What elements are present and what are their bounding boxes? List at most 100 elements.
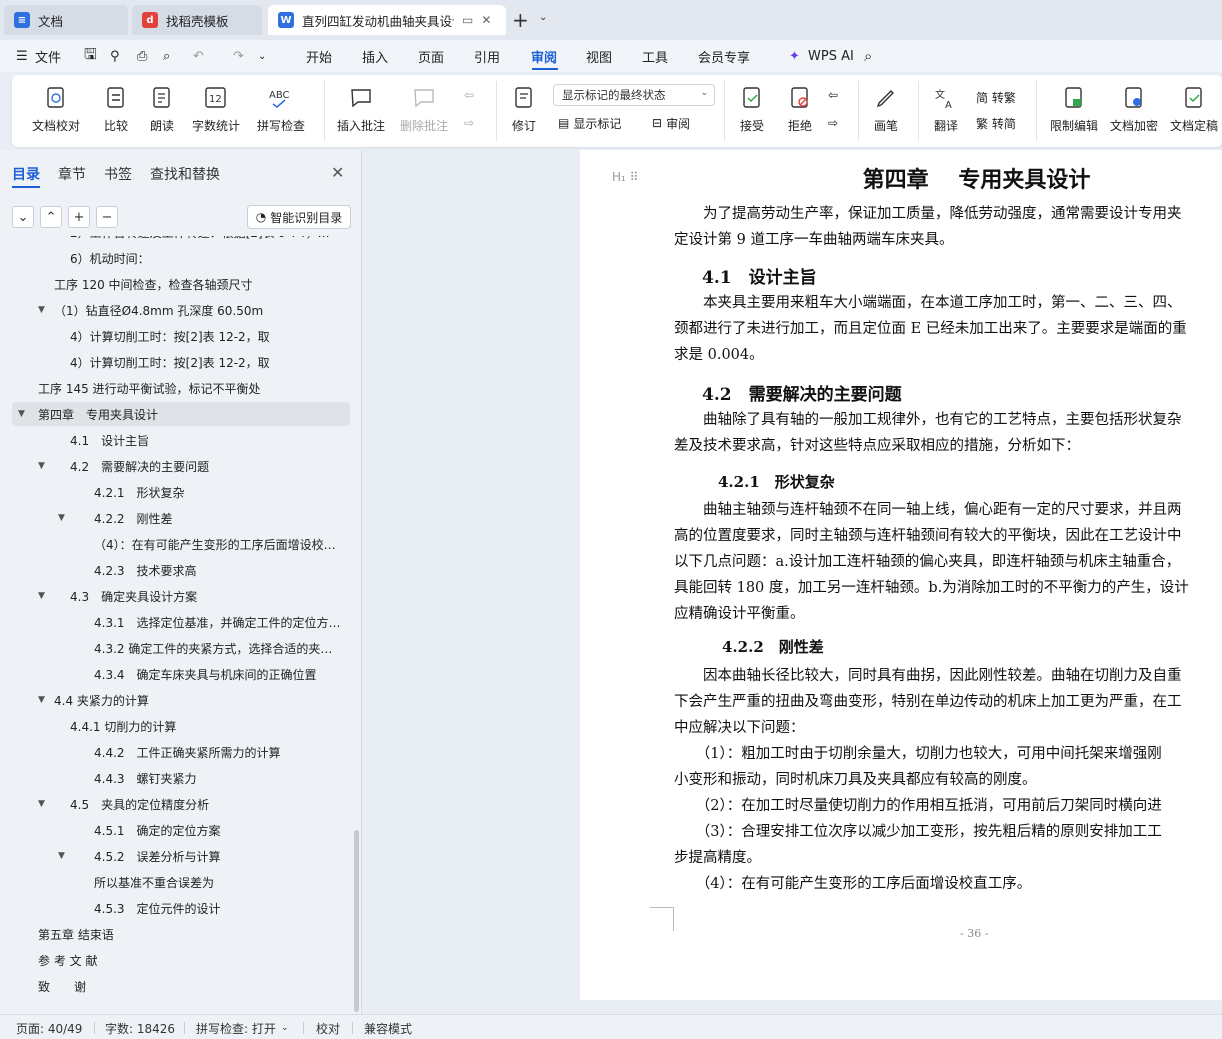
menu-references[interactable]: 引用 [474, 40, 500, 72]
expand-arrow-icon[interactable]: ▼ [38, 461, 45, 471]
insert-comment-button[interactable]: 插入批注 [334, 75, 388, 147]
pen-button[interactable]: 画笔 [866, 75, 906, 147]
new-tab-icon[interactable]: + [512, 8, 529, 32]
toc-item[interactable]: ▼ 4.4 夹紧力的计算 [12, 688, 350, 712]
smart-toc-button[interactable]: ◔ 智能识别目录 [247, 205, 351, 229]
toc-item[interactable]: （4）：在有可能产生变形的工序后面增设校… [12, 532, 350, 556]
toc-item[interactable]: 2）工作台转速及工件转速：根据[2]表 9-74，… [12, 236, 350, 244]
collapse-all-button[interactable]: ⌄ [12, 206, 34, 228]
menu-page[interactable]: 页面 [418, 40, 444, 72]
toc-item[interactable]: 4.5.1 确定的定位方案 [12, 818, 350, 842]
show-markup-button[interactable]: ▤ 显示标记 [558, 113, 621, 133]
spell-check-button[interactable]: ABC 拼写检查 [250, 75, 312, 147]
tab-chapters[interactable]: 章节 [58, 164, 86, 184]
tab-current-document[interactable]: W 直列四缸发动机曲轴夹具设计 ▭ ✕ [268, 5, 506, 35]
toc-item[interactable]: 4.2.3 技术要求高 [12, 558, 350, 582]
redo-icon[interactable]: ↷ [233, 40, 244, 72]
expand-arrow-icon[interactable]: ▼ [38, 305, 45, 315]
toc-item[interactable]: 致 谢 [12, 974, 350, 998]
accept-button[interactable]: 接受 [730, 75, 774, 147]
spell-check-status[interactable]: 拼写检查: 打开 [196, 1020, 276, 1037]
expand-arrow-icon[interactable]: ▼ [58, 513, 65, 523]
toc-item[interactable]: ▼ 4.5.2 误差分析与计算 [12, 844, 350, 868]
page-indicator[interactable]: 页面: 40/49 [16, 1020, 82, 1037]
toc-item[interactable]: 参 考 文 献 [12, 948, 350, 972]
toc-item[interactable]: 4.4.1 切削力的计算 [12, 714, 350, 738]
save-icon[interactable]: 🖫 [84, 40, 97, 72]
document-page[interactable]: H₁ ⠿ 第四章 专用夹具设计 为了提高劳动生产率，保证加工质量，降低劳动强度，… [580, 150, 1222, 1000]
hamburger-icon[interactable]: ☰ [16, 40, 28, 72]
toc-item[interactable]: 所以基准不重合误差为 [12, 870, 350, 894]
toc-item[interactable]: 4.2.1 形状复杂 [12, 480, 350, 504]
restrict-edit-button[interactable]: 限制编辑 [1046, 75, 1102, 147]
read-aloud-button[interactable]: 朗读 [144, 75, 180, 147]
menu-home[interactable]: 开始 [306, 40, 332, 72]
tab-toc[interactable]: 目录 [12, 164, 40, 184]
previous-comment-icon[interactable]: ⇦ [464, 85, 474, 105]
toc-item[interactable]: 4.1 设计主旨 [12, 428, 350, 452]
add-heading-button[interactable]: + [68, 206, 90, 228]
toc-item[interactable]: 4）计算切削工时：按[2]表 12-2，取 [12, 350, 350, 374]
to-traditional-button[interactable]: 简 转繁 [976, 87, 1016, 107]
close-icon[interactable]: ✕ [481, 13, 491, 27]
proofread-button[interactable]: 校对 [316, 1020, 340, 1037]
toc-item[interactable]: 6）机动时间： [12, 246, 350, 270]
expand-arrow-icon[interactable]: ▼ [58, 851, 65, 861]
toc-item[interactable]: 工序 120 中间检查，检查各轴颈尺寸 [12, 272, 350, 296]
toc-item[interactable]: 第五章 结束语 [12, 922, 350, 946]
toc-item[interactable]: 4）计算切削工时：按[2]表 12-2，取 [12, 324, 350, 348]
word-count-button[interactable]: 12 字数统计 [188, 75, 244, 147]
tab-bookmarks[interactable]: 书签 [104, 164, 132, 184]
toc-item[interactable]: 4.3.4 确定车床夹具与机床间的正确位置 [12, 662, 350, 686]
finalize-button[interactable]: 文档定稿 [1166, 75, 1222, 147]
toc-item[interactable]: 4.5.3 定位元件的设计 [12, 896, 350, 920]
wps-ai-icon[interactable]: ✦ [789, 40, 800, 72]
reject-button[interactable]: 拒绝 [778, 75, 822, 147]
close-icon[interactable]: ✕ [331, 163, 344, 182]
next-comment-icon[interactable]: ⇨ [464, 113, 474, 133]
tab-docs[interactable]: ≡ 文档 [4, 5, 128, 35]
expand-arrow-icon[interactable]: ▼ [38, 591, 45, 601]
menu-view[interactable]: 视图 [586, 40, 612, 72]
undo-icon[interactable]: ↶ [193, 40, 204, 72]
expand-all-button[interactable]: ⌃ [40, 206, 62, 228]
delete-comment-button[interactable]: 删除批注 [394, 75, 454, 147]
review-pane-button[interactable]: ⊟ 审阅 [652, 113, 690, 133]
chevron-down-icon[interactable]: ⌄ [258, 40, 266, 72]
word-count-indicator[interactable]: 字数: 18426 [105, 1020, 175, 1037]
toc-item[interactable]: 4.3.1 选择定位基准，并确定工件的定位方… [12, 610, 350, 634]
tab-docer-templates[interactable]: d 找稻壳模板 [132, 5, 262, 35]
revise-button[interactable]: 修订 [504, 75, 544, 147]
expand-arrow-icon[interactable]: ▼ [38, 799, 45, 809]
menu-member[interactable]: 会员专享 [698, 40, 750, 72]
previous-change-icon[interactable]: ⇦ [828, 85, 838, 105]
print-icon[interactable]: ⎙ [137, 40, 147, 72]
toc-item[interactable]: ▼ 4.2 需要解决的主要问题 [12, 454, 350, 478]
toc-item[interactable]: 4.4.2 工件正确夹紧所需力的计算 [12, 740, 350, 764]
chevron-down-icon[interactable]: ⌄ [281, 1023, 289, 1033]
expand-arrow-icon[interactable]: ▼ [38, 695, 45, 705]
toc-item[interactable]: ▼ （1）钻直径Ø4.8mm 孔深度 60.50m [12, 298, 350, 322]
menu-file[interactable]: 文件 [35, 40, 61, 72]
toc-item[interactable]: ▼ 第四章 专用夹具设计 [12, 402, 350, 426]
chevron-down-icon[interactable]: ⌄ [539, 12, 547, 23]
share-icon[interactable]: ⚲ [110, 40, 120, 72]
compare-button[interactable]: 比较 [96, 75, 136, 147]
toc-scrollbar[interactable] [354, 830, 359, 1012]
display-mode-select[interactable]: 显示标记的最终状态 ⌄ [553, 84, 715, 106]
toc-item[interactable]: ▼ 4.2.2 刚性差 [12, 506, 350, 530]
print-preview-icon[interactable]: ⌕ [163, 40, 170, 72]
menu-insert[interactable]: 插入 [362, 40, 388, 72]
toc-item[interactable]: 工序 145 进行动平衡试验，标记不平衡处 [12, 376, 350, 400]
document-canvas[interactable]: H₁ ⠿ 第四章 专用夹具设计 为了提高劳动生产率，保证加工质量，降低劳动强度，… [363, 150, 1222, 1014]
menu-tools[interactable]: 工具 [642, 40, 668, 72]
next-change-icon[interactable]: ⇨ [828, 113, 838, 133]
toc-item[interactable]: ▼ 4.5 夹具的定位精度分析 [12, 792, 350, 816]
expand-arrow-icon[interactable]: ▼ [18, 409, 25, 419]
encrypt-button[interactable]: 文档加密 [1106, 75, 1162, 147]
toc-item[interactable]: 4.3.2 确定工件的夹紧方式，选择合适的夹… [12, 636, 350, 660]
search-icon[interactable]: ⌕ [864, 40, 872, 72]
menu-wps-ai[interactable]: WPS AI [808, 40, 854, 72]
toc-item[interactable]: ▼ 4.3 确定夹具设计方案 [12, 584, 350, 608]
remove-heading-button[interactable]: − [96, 206, 118, 228]
